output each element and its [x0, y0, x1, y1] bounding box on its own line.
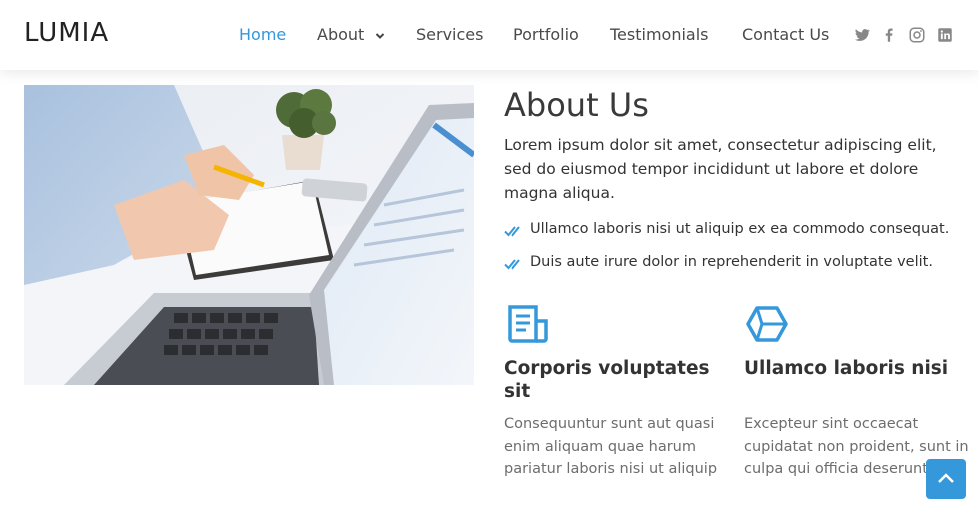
double-check-icon — [504, 226, 520, 237]
double-check-icon — [504, 259, 520, 270]
check-item: Duis aute irure dolor in reprehenderit i… — [504, 254, 933, 270]
feature-title: Ullamco laboris nisi — [744, 358, 949, 379]
receipt-icon — [508, 305, 548, 343]
about-title: About Us — [504, 86, 649, 124]
check-item-text: Ullamco laboris nisi ut aliquip ex ea co… — [530, 221, 950, 237]
cube-icon — [746, 306, 788, 342]
nav-item-about-label: About — [317, 25, 365, 44]
linkedin-icon[interactable] — [936, 26, 954, 44]
main-nav: Home About Services Portfolio Testimonia… — [0, 0, 979, 70]
chevron-down-icon — [376, 32, 385, 39]
workspace-photo — [24, 85, 474, 385]
nav-item-portfolio[interactable]: Portfolio — [513, 25, 579, 44]
twitter-icon[interactable] — [853, 26, 871, 44]
check-item-text: Duis aute irure dolor in reprehenderit i… — [530, 254, 933, 270]
facebook-icon[interactable] — [880, 26, 898, 44]
nav-item-testimonials[interactable]: Testimonials — [610, 25, 709, 44]
nav-item-about[interactable]: About — [317, 25, 385, 44]
check-item: Ullamco laboris nisi ut aliquip ex ea co… — [504, 221, 949, 237]
nav-item-services[interactable]: Services — [416, 25, 483, 44]
nav-item-home[interactable]: Home — [239, 25, 286, 44]
about-image — [24, 85, 474, 385]
feature-title: Corporis voluptates sit — [504, 358, 710, 402]
back-to-top-button[interactable] — [926, 459, 966, 499]
about-description: Lorem ipsum dolor sit amet, consectetur … — [504, 136, 937, 202]
feature-description: Consequuntur sunt aut quasi enim aliquam… — [504, 416, 718, 477]
arrow-up-icon — [938, 473, 954, 483]
nav-item-contact-us[interactable]: Contact Us — [742, 25, 829, 44]
instagram-icon[interactable] — [908, 26, 926, 44]
site-header: LUMIA Home About Services Portfolio Test… — [0, 0, 979, 70]
